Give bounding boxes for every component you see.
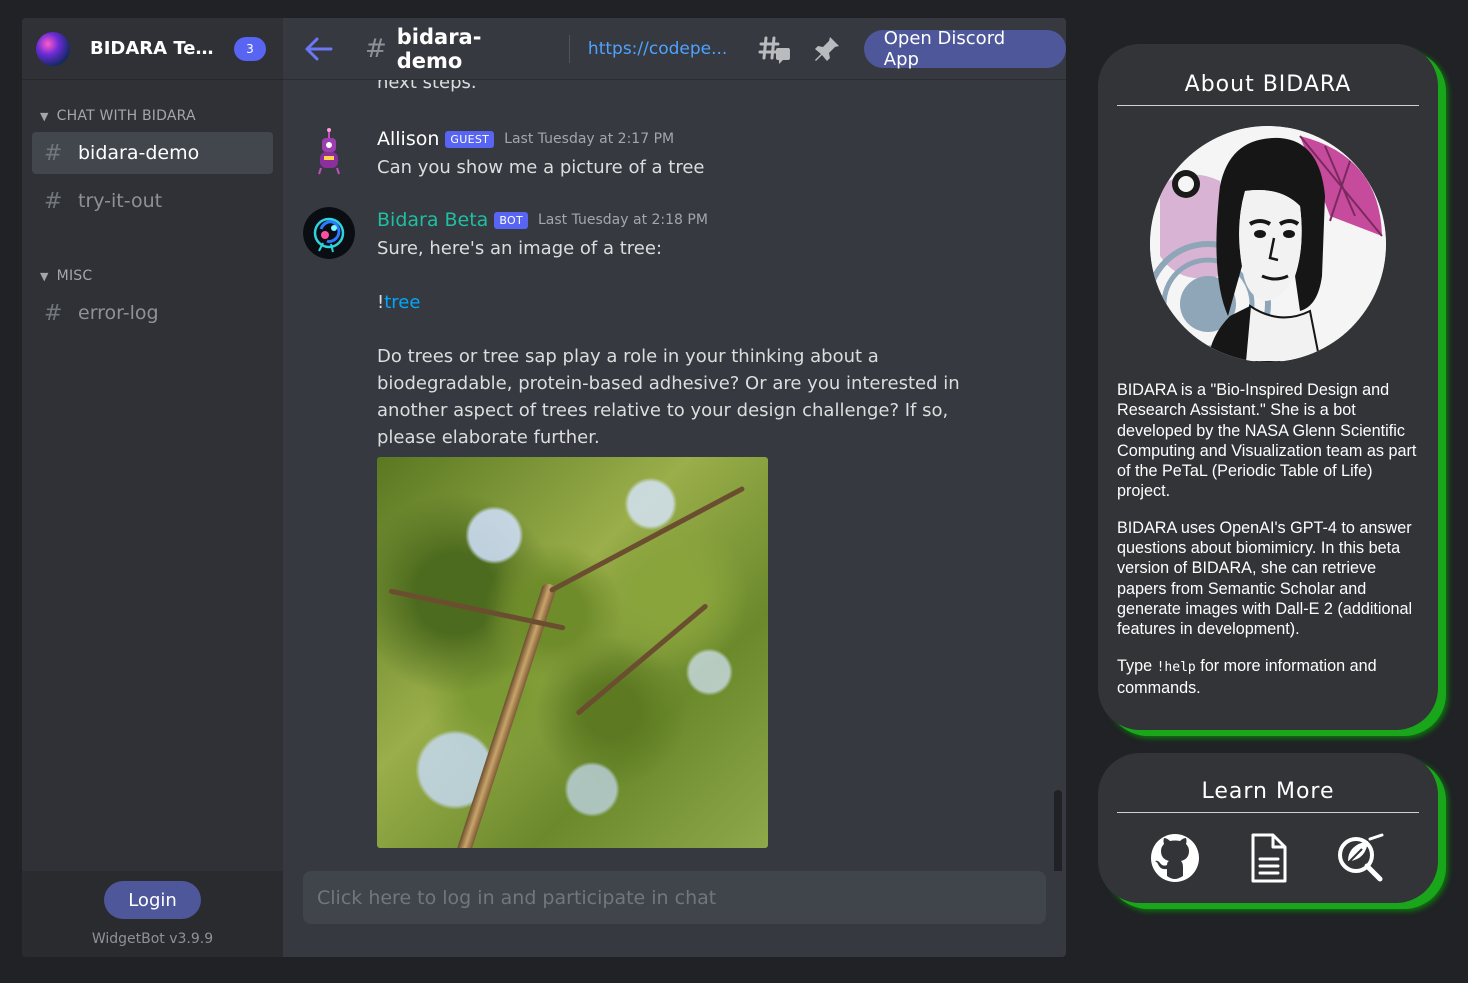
about-card: About BIDARA BIDARA is a "Bio-Inspired D… (1098, 44, 1438, 730)
chat-login-input[interactable]: Click here to log in and participate in … (303, 871, 1046, 924)
scrollbar-thumb[interactable] (1054, 790, 1062, 871)
message-followup: Do trees or tree sap play a role in your… (377, 346, 960, 448)
divider (568, 34, 570, 63)
channel-label: bidara-demo (78, 142, 200, 164)
tree-image[interactable] (377, 457, 768, 848)
message-text: Sure, here's an image of a tree: (377, 238, 663, 259)
about-description: BIDARA is a "Bio-Inspired Design and Res… (1117, 380, 1419, 698)
robot-avatar[interactable] (303, 126, 355, 178)
category-chat-with-bidara[interactable]: ▼ CHAT WITH BIDARA (22, 106, 283, 126)
channel-title: bidara-demo (396, 24, 482, 73)
command-line: !tree (377, 289, 987, 316)
login-button[interactable]: Login (104, 881, 201, 919)
threads-icon[interactable] (758, 34, 792, 64)
guild-header[interactable]: BIDARA Tes... 3 (22, 18, 283, 80)
chevron-down-icon: ▼ (40, 269, 49, 283)
github-icon[interactable] (1148, 831, 1202, 885)
version-label: WidgetBot v3.9.9 (91, 931, 214, 947)
previous-message-text: next steps. (377, 80, 477, 93)
channel-topbar: # bidara-demo https://codepe... Open Dis… (283, 18, 1066, 80)
message-timestamp: Last Tuesday at 2:18 PM (537, 212, 708, 228)
sidebar-footer: Login WidgetBot v3.9.9 (22, 871, 283, 957)
open-discord-app-button[interactable]: Open Discord App (863, 28, 1066, 70)
chevron-down-icon: ▼ (40, 109, 49, 123)
message-content: Allison GUEST Last Tuesday at 2:17 PM Ca… (377, 126, 987, 181)
channel-topic-link[interactable]: https://codepe... (588, 39, 728, 59)
channel-error-log[interactable]: # error-log (32, 292, 273, 334)
hash-icon: # (44, 140, 63, 166)
document-icon[interactable] (1241, 831, 1295, 885)
discord-widget: BIDARA Tes... 3 ▼ CHAT WITH BIDARA # bid… (22, 18, 1066, 957)
channel-label: try-it-out (78, 190, 163, 212)
channel-label: error-log (78, 302, 159, 324)
guild-icon[interactable] (36, 31, 70, 66)
learn-more-title: Learn More (1117, 753, 1419, 813)
about-paragraph: BIDARA is a "Bio-Inspired Design and Res… (1117, 381, 1417, 501)
learn-more-card: Learn More (1098, 753, 1438, 903)
bot-avatar[interactable] (303, 207, 355, 259)
leaf-search-icon[interactable] (1334, 831, 1388, 885)
message-list[interactable]: next steps. Allison GUEST Last Tuesday a… (283, 80, 1066, 871)
channel-try-it-out[interactable]: # try-it-out (32, 180, 273, 222)
category-misc[interactable]: ▼ MISC (22, 266, 283, 286)
guild-name[interactable]: BIDARA Tes... (90, 38, 220, 59)
portrait-illustration (1150, 126, 1386, 362)
about-paragraph: BIDARA uses OpenAI's GPT-4 to answer que… (1117, 518, 1413, 639)
channel-bidara-demo[interactable]: # bidara-demo (32, 132, 273, 174)
hash-icon: # (44, 300, 63, 326)
tree-branch (575, 602, 709, 717)
message-timestamp: Last Tuesday at 2:17 PM (504, 131, 675, 147)
help-command: !help (1156, 659, 1196, 675)
help-prefix: Type (1117, 656, 1157, 675)
tree-branch (548, 485, 746, 594)
category-label: CHAT WITH BIDARA (56, 108, 196, 124)
back-arrow-icon[interactable] (303, 33, 335, 65)
learn-icons (1098, 813, 1438, 885)
message-author[interactable]: Allison (377, 128, 439, 150)
chat-main: # bidara-demo https://codepe... Open Dis… (283, 18, 1066, 957)
bot-tag: BOT (494, 211, 528, 229)
channel-sidebar: BIDARA Tes... 3 ▼ CHAT WITH BIDARA # bid… (22, 18, 283, 957)
category-label: MISC (56, 268, 93, 284)
about-help-paragraph: Type !help for more information and comm… (1117, 656, 1419, 699)
message-author[interactable]: Bidara Beta (377, 209, 488, 231)
hash-icon: # (364, 33, 387, 64)
bidara-portrait (1150, 126, 1386, 362)
guest-tag: GUEST (445, 130, 495, 148)
tree-link[interactable]: tree (384, 292, 420, 313)
message-content: Bidara Beta BOT Last Tuesday at 2:18 PM … (377, 207, 987, 848)
about-title: About BIDARA (1117, 44, 1419, 106)
pin-icon[interactable] (810, 34, 844, 64)
guild-badge: 3 (234, 36, 266, 61)
message-text: Can you show me a picture of a tree (377, 157, 705, 178)
hash-icon: # (44, 188, 63, 214)
